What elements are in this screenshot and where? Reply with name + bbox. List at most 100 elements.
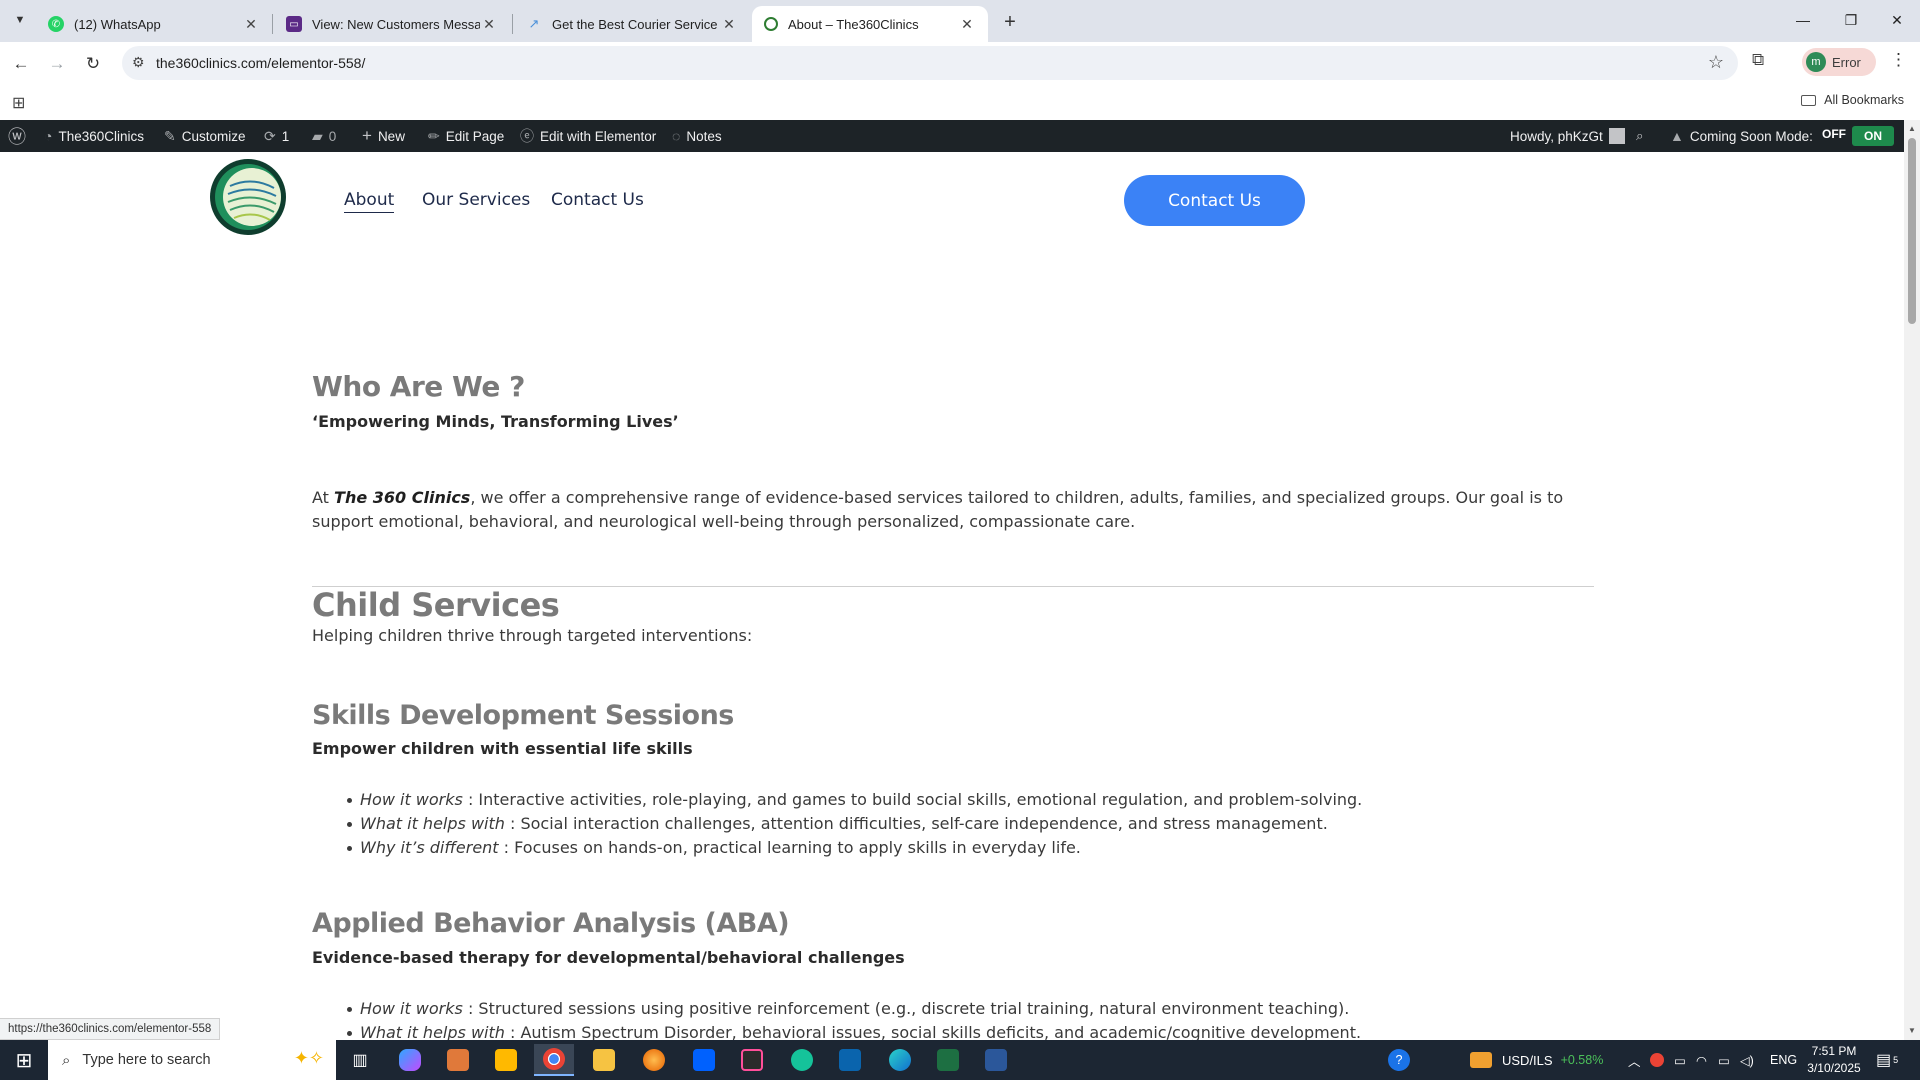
tab-whatsapp[interactable]: ✆ (12) WhatsApp ✕ — [36, 6, 272, 42]
coming-soon-off[interactable]: OFF — [1822, 127, 1846, 141]
network-icon[interactable]: ◠ — [1696, 1040, 1707, 1080]
folder-icon — [1801, 94, 1817, 106]
wp-howdy[interactable]: Howdy, phKzGt — [1510, 120, 1625, 152]
bookmark-star-icon[interactable]: ☆ — [1708, 52, 1724, 73]
wp-customize[interactable]: ✎ Customize — [164, 120, 246, 152]
copilot-icon[interactable] — [390, 1044, 430, 1076]
file-explorer-icon[interactable] — [584, 1044, 624, 1076]
contact-us-button[interactable]: Contact Us — [1124, 175, 1305, 226]
nav-our-services[interactable]: Our Services — [422, 190, 530, 210]
clinic-logo[interactable] — [208, 156, 288, 238]
currency-widget[interactable]: USD/ILS +0.58% — [1470, 1040, 1603, 1080]
firefox-icon[interactable] — [634, 1044, 674, 1076]
list-item-text: : Autism Spectrum Disorder, behavioral i… — [504, 1023, 1362, 1040]
list-item-key: What it helps with — [360, 814, 505, 833]
window-close-button[interactable]: ✕ — [1874, 0, 1920, 40]
wp-edit-elementor[interactable]: ⓔ Edit with Elementor — [520, 120, 656, 152]
outlook-icon[interactable] — [830, 1044, 870, 1076]
tab-separator — [272, 14, 273, 34]
wordpress-logo-icon[interactable]: ⓦ — [8, 120, 26, 152]
store-icon[interactable] — [486, 1044, 526, 1076]
media-player-icon[interactable] — [438, 1044, 478, 1076]
all-bookmarks-label: All Bookmarks — [1824, 93, 1904, 107]
page-scrollbar[interactable]: ▲ ▼ — [1904, 120, 1920, 1040]
skills-list: How it works : Interactive activities, r… — [346, 788, 1363, 860]
avatar — [1608, 128, 1625, 144]
profile-button[interactable]: m Error — [1802, 48, 1876, 76]
close-icon[interactable]: ✕ — [480, 16, 498, 33]
word-icon[interactable] — [976, 1044, 1016, 1076]
aba-list: How it works : Structured sessions using… — [346, 997, 1362, 1040]
notes-label: Notes — [686, 128, 722, 144]
system-clock[interactable]: 7:51 PM 3/10/2025 — [1794, 1043, 1874, 1077]
restore-button[interactable]: ❐ — [1828, 0, 1874, 40]
close-icon[interactable]: ✕ — [242, 16, 260, 33]
taskbar-search-input[interactable]: ⌕ Type here to search ✦✧ — [48, 1040, 336, 1080]
apps-grid-icon[interactable]: ⊞ — [12, 93, 25, 113]
grammarly-icon[interactable] — [782, 1044, 822, 1076]
minimize-button[interactable]: — — [1780, 0, 1826, 40]
volume-icon[interactable]: ◁) — [1740, 1040, 1754, 1080]
app-icon[interactable] — [732, 1044, 772, 1076]
site-info-icon[interactable]: ⚙ — [132, 54, 145, 71]
meet-now-icon[interactable]: ▭ — [1674, 1040, 1686, 1080]
scrollbar-thumb[interactable] — [1908, 138, 1916, 324]
wp-edit-page[interactable]: ✏ Edit Page — [428, 120, 504, 152]
skills-tagline: Empower children with essential life ski… — [312, 739, 693, 758]
list-item-text: : Interactive activities, role-playing, … — [462, 790, 1363, 809]
tab-title: About – The360Clinics — [788, 16, 919, 32]
tab-courier[interactable]: ↗ Get the Best Courier Service in ✕ — [514, 6, 750, 42]
site-name-label: The360Clinics — [58, 128, 145, 144]
coming-soon-on[interactable]: ON — [1852, 126, 1894, 146]
extensions-icon[interactable]: ⧉ — [1752, 50, 1764, 70]
wp-new[interactable]: + New — [362, 120, 405, 152]
wp-coming-soon[interactable]: ▲ Coming Soon Mode: — [1670, 120, 1813, 152]
dropbox-icon[interactable] — [684, 1044, 724, 1076]
chrome-icon[interactable] — [534, 1044, 574, 1076]
tab-search-dropdown[interactable]: ▼ — [8, 8, 32, 32]
more-menu-icon[interactable]: ⋮ — [1890, 50, 1907, 70]
nav-about[interactable]: About — [344, 190, 395, 213]
nav-contact-us[interactable]: Contact Us — [551, 190, 644, 210]
search-placeholder: Type here to search — [82, 1052, 211, 1068]
chevron-up-icon[interactable]: ︿ — [1628, 1040, 1641, 1080]
edge-icon[interactable] — [880, 1044, 920, 1076]
forward-button[interactable]: → — [42, 49, 72, 79]
tab-strip: ▼ ✆ (12) WhatsApp ✕ ▭ View: New Customer… — [0, 0, 1920, 42]
scroll-down-icon[interactable]: ▼ — [1908, 1026, 1916, 1035]
form-icon: ▭ — [286, 16, 302, 32]
intro-rest: , we offer a comprehensive range of evid… — [312, 488, 1564, 531]
url-text[interactable]: the360clinics.com/elementor-558/ — [156, 55, 365, 71]
new-tab-button[interactable]: + — [996, 8, 1024, 36]
excel-icon[interactable] — [928, 1044, 968, 1076]
wp-comments[interactable]: ▰ 0 — [312, 120, 336, 152]
chrome-tray-icon[interactable] — [1650, 1040, 1664, 1080]
close-icon[interactable]: ✕ — [720, 16, 738, 33]
back-button[interactable]: ← — [6, 49, 36, 79]
help-icon[interactable]: ? — [1388, 1040, 1410, 1080]
wp-updates[interactable]: ⟳ 1 — [264, 120, 289, 152]
task-view-icon[interactable]: ▥ — [340, 1044, 380, 1076]
search-icon[interactable]: ⌕ — [1636, 120, 1644, 152]
wp-notes[interactable]: ◌ Notes — [672, 120, 722, 152]
updates-count: 1 — [281, 128, 290, 144]
who-tagline: ‘Empowering Minds, Transforming Lives’ — [312, 412, 679, 431]
status-bubble-url: https://the360clinics.com/elementor-558 — [0, 1018, 221, 1040]
windows-start-icon[interactable]: ⊞ — [0, 1040, 48, 1080]
reload-button[interactable]: ↻ — [78, 49, 108, 79]
all-bookmarks-button[interactable]: All Bookmarks — [1801, 93, 1904, 107]
address-bar[interactable]: ⚙ the360clinics.com/elementor-558/ ☆ — [122, 46, 1738, 80]
close-icon[interactable]: ✕ — [958, 16, 976, 33]
tab-about-360clinics[interactable]: About – The360Clinics ✕ — [752, 6, 988, 42]
list-item: What it helps with : Autism Spectrum Dis… — [346, 1021, 1362, 1040]
scroll-up-icon[interactable]: ▲ — [1908, 124, 1916, 133]
list-item-text: : Focuses on hands-on, practical learnin… — [498, 838, 1081, 857]
tab-title: Get the Best Courier Service in — [552, 16, 720, 32]
whatsapp-icon: ✆ — [48, 16, 64, 32]
tab-new-customers[interactable]: ▭ View: New Customers Message ✕ — [274, 6, 510, 42]
wp-site-name[interactable]: ◔ The360Clinics — [44, 120, 144, 152]
notifications-icon[interactable]: ▤ 5 — [1876, 1040, 1898, 1080]
courier-icon: ↗ — [528, 16, 540, 31]
comment-icon: ▰ — [312, 127, 323, 144]
battery-icon[interactable]: ▭ — [1718, 1040, 1730, 1080]
